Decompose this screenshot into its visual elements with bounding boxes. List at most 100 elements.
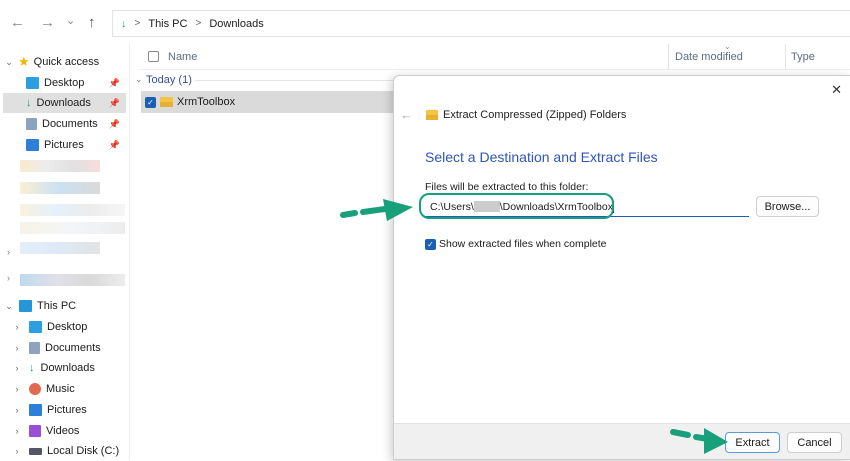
dialog-heading: Select a Destination and Extract Files — [425, 149, 658, 165]
sidebar-label: Music — [46, 383, 75, 395]
column-type[interactable]: Type — [791, 51, 815, 63]
sidebar-item-documents[interactable]: Documents 📌 — [26, 114, 126, 134]
sidebar-label: Pictures — [47, 404, 87, 416]
blurred-item — [20, 274, 125, 286]
sidebar-item-desktop[interactable]: › Desktop — [12, 317, 140, 337]
chevron-right-icon: › — [15, 384, 19, 394]
chevron-down-icon: ⌄ — [5, 56, 13, 67]
extract-dialog: ✕ ← Extract Compressed (Zipped) Folders … — [393, 75, 850, 460]
breadcrumb-separator: > — [134, 18, 141, 29]
sidebar-quick-access[interactable]: ⌄ ★ Quick access — [4, 52, 132, 72]
sort-chevron-icon: ⌄ — [724, 42, 731, 51]
pin-icon: 📌 — [108, 97, 120, 108]
sidebar-item-desktop[interactable]: Desktop 📌 — [26, 73, 126, 93]
zip-folder-icon — [426, 110, 438, 120]
sidebar-label: Quick access — [33, 56, 100, 68]
sidebar-item-music[interactable]: › Music — [12, 379, 140, 399]
dialog-back-button[interactable]: ← — [400, 107, 413, 122]
desktop-icon — [29, 321, 42, 333]
sidebar-item-local-disk[interactable]: › Local Disk (C:) — [12, 441, 140, 461]
sidebar-item-pictures[interactable]: › Pictures — [12, 400, 140, 420]
dialog-title: Extract Compressed (Zipped) Folders — [443, 109, 627, 121]
annotation-arrow — [340, 199, 413, 221]
select-all-checkbox[interactable] — [148, 51, 159, 62]
chevron-down-icon: ⌄ — [5, 300, 13, 311]
forward-button[interactable]: → — [40, 14, 55, 31]
sidebar-label: Desktop — [44, 77, 85, 89]
sidebar-label: Downloads — [40, 362, 95, 374]
dialog-footer: Extract Cancel — [394, 423, 850, 459]
column-date-modified[interactable]: Date modified — [675, 51, 743, 63]
annotation-arrow — [670, 428, 728, 454]
blurred-item — [20, 222, 125, 234]
group-header[interactable]: Today (1) — [146, 74, 192, 86]
sidebar-item-pictures[interactable]: Pictures 📌 — [26, 135, 126, 155]
sidebar-item-downloads[interactable]: › ↓ Downloads — [12, 358, 140, 378]
pin-icon: 📌 — [108, 139, 120, 150]
blurred-item — [20, 242, 100, 254]
sidebar-label: Local Disk (C:) — [47, 445, 120, 457]
star-icon: ★ — [18, 54, 30, 69]
checkbox-checked: ✓ — [425, 238, 436, 250]
chevron-right-icon[interactable]: › — [7, 273, 10, 283]
chevron-right-icon[interactable]: › — [7, 247, 10, 257]
pin-icon: 📌 — [108, 77, 120, 88]
downloads-icon: ↓ — [29, 362, 35, 374]
sidebar-label: Documents — [42, 118, 98, 130]
desktop-icon — [26, 77, 39, 89]
disk-icon — [29, 447, 42, 455]
sidebar-label: Videos — [46, 425, 80, 437]
annotation-highlight — [419, 193, 614, 219]
field-label: Files will be extracted to this folder: — [425, 181, 589, 193]
zip-folder-icon — [160, 97, 173, 107]
chevron-right-icon: › — [15, 426, 19, 436]
computer-icon — [19, 300, 32, 312]
videos-icon — [29, 425, 41, 437]
recent-locations-button[interactable]: ⌄ — [66, 14, 75, 27]
cancel-button[interactable]: Cancel — [787, 432, 842, 453]
checkbox-checked[interactable]: ✓ — [145, 96, 156, 108]
sidebar-label: Documents — [45, 342, 101, 354]
documents-icon — [29, 342, 40, 354]
pin-icon: 📌 — [108, 118, 120, 129]
downloads-icon: ↓ — [26, 97, 32, 109]
documents-icon — [26, 118, 37, 130]
back-button[interactable]: ← — [10, 14, 25, 31]
sidebar-item-videos[interactable]: › Videos — [12, 421, 140, 441]
column-header: Name ⌄ Date modified Type — [140, 42, 850, 70]
breadcrumb-downloads[interactable]: Downloads — [209, 18, 263, 30]
chevron-right-icon: › — [15, 405, 19, 415]
chevron-down-icon[interactable]: ⌄ — [135, 74, 143, 85]
sidebar-label: Pictures — [44, 139, 84, 151]
sidebar-label: Desktop — [47, 321, 88, 333]
pictures-icon — [29, 404, 42, 416]
blurred-item — [20, 182, 100, 194]
navigation-pane: ⌄ ★ Quick access Desktop 📌 ↓ Downloads 📌 Docu… — [0, 44, 130, 460]
chevron-right-icon: › — [15, 446, 19, 456]
close-button[interactable]: ✕ — [831, 82, 842, 98]
list-item[interactable]: ✓ XrmToolbox — [141, 91, 395, 113]
chevron-right-icon: › — [15, 343, 19, 353]
show-files-checkbox[interactable]: ✓ Show extracted files when complete — [425, 238, 607, 250]
sidebar-this-pc[interactable]: ⌄ This PC — [4, 296, 132, 316]
breadcrumb-separator: > — [195, 18, 202, 29]
chevron-right-icon: › — [15, 322, 19, 332]
up-button[interactable]: ↑ — [88, 14, 96, 31]
pictures-icon — [26, 139, 39, 151]
breadcrumb-this-pc[interactable]: This PC — [148, 18, 187, 30]
chevron-right-icon: › — [15, 363, 19, 373]
column-name[interactable]: Name — [168, 51, 197, 63]
address-bar[interactable]: ↓ > This PC > Downloads — [112, 10, 850, 37]
sidebar-label: This PC — [37, 300, 77, 312]
sidebar-label: Downloads — [36, 97, 91, 109]
blurred-item — [20, 204, 125, 216]
sidebar-item-documents[interactable]: › Documents — [12, 338, 140, 358]
extract-button[interactable]: Extract — [725, 432, 780, 453]
music-icon — [29, 383, 41, 395]
blurred-item — [20, 160, 100, 172]
checkbox-label: Show extracted files when complete — [439, 238, 607, 250]
browse-button[interactable]: Browse... — [756, 196, 819, 217]
file-name: XrmToolbox — [177, 96, 236, 108]
downloads-icon: ↓ — [121, 17, 127, 30]
sidebar-item-downloads[interactable]: ↓ Downloads 📌 — [3, 93, 126, 113]
